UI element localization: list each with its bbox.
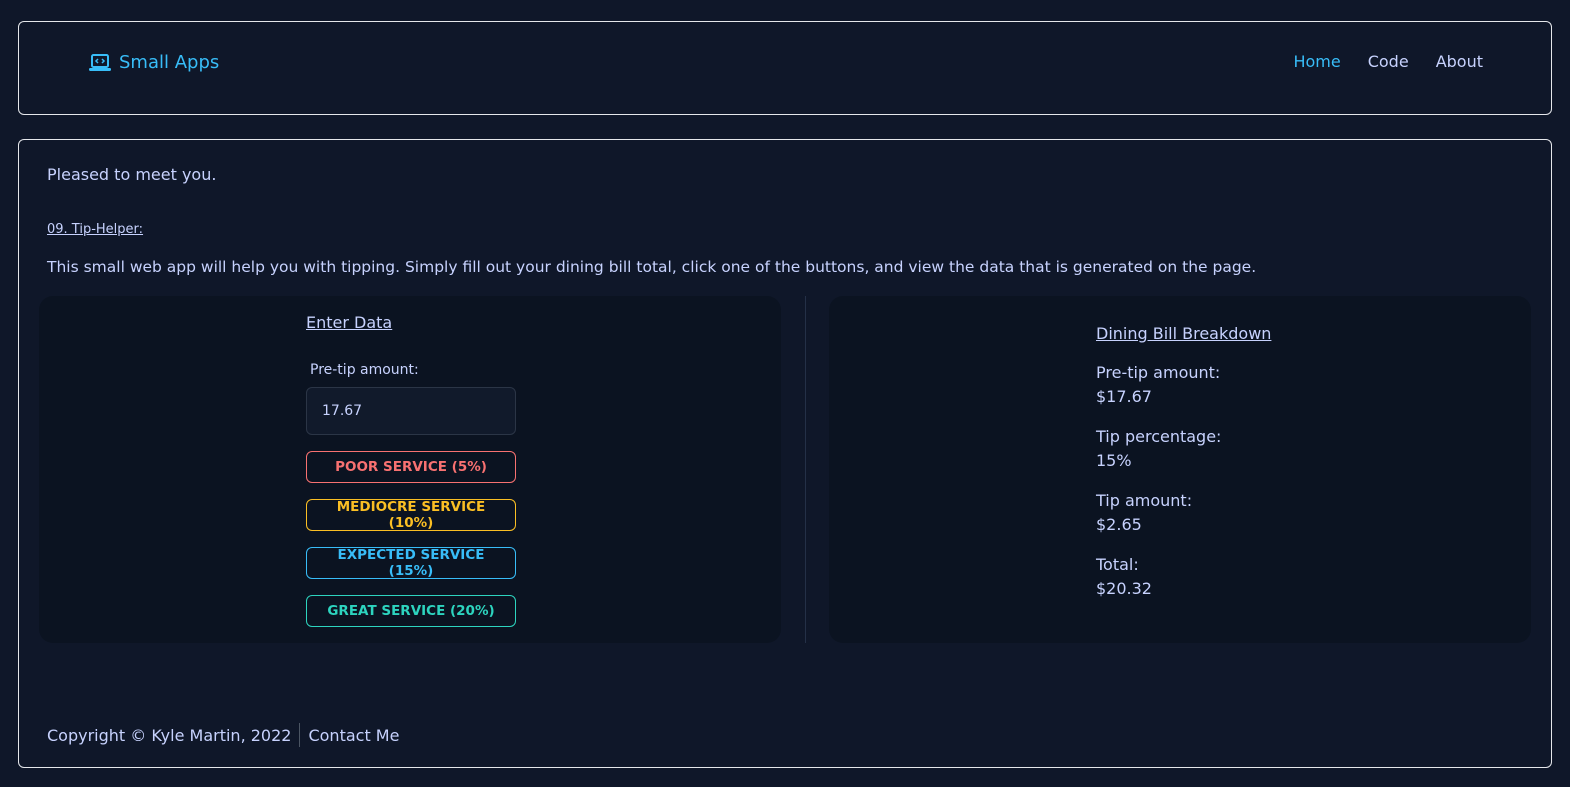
total-value: $20.32 <box>1096 579 1152 598</box>
total-row: Total: $20.32 <box>1096 553 1271 601</box>
tip-percent-row: Tip percentage: 15% <box>1096 425 1271 473</box>
brand-link[interactable]: Small Apps <box>89 52 219 73</box>
mediocre-service-button[interactable]: MEDIOCRE SERVICE (10%) <box>306 499 516 531</box>
pretip-row: Pre-tip amount: $17.67 <box>1096 361 1271 409</box>
pretip-row-label: Pre-tip amount: <box>1096 363 1221 382</box>
poor-service-button[interactable]: POOR SERVICE (5%) <box>306 451 516 483</box>
panel-divider <box>805 296 806 643</box>
tip-percent-value: 15% <box>1096 451 1132 470</box>
pretip-label: Pre-tip amount: <box>310 362 419 378</box>
breakdown-title: Dining Bill Breakdown <box>1096 324 1272 343</box>
tip-amount-value: $2.65 <box>1096 515 1142 534</box>
nav-home[interactable]: Home <box>1293 52 1340 71</box>
pretip-input[interactable] <box>306 387 516 435</box>
nav-links: Home Code About <box>1266 52 1483 71</box>
tip-amount-label: Tip amount: <box>1096 491 1193 510</box>
great-service-button[interactable]: GREAT SERVICE (20%) <box>306 595 516 627</box>
footer-divider <box>299 723 301 747</box>
pretip-row-value: $17.67 <box>1096 387 1152 406</box>
breakdown-content: Dining Bill Breakdown Pre-tip amount: $1… <box>1096 322 1271 617</box>
brand-name: Small Apps <box>119 52 220 73</box>
contact-link[interactable]: Contact Me <box>308 726 399 745</box>
navbar: Small Apps Home Code About <box>18 21 1552 115</box>
breakdown-panel: Dining Bill Breakdown Pre-tip amount: $1… <box>829 296 1531 643</box>
greeting-text: Pleased to meet you. <box>47 165 217 184</box>
tip-amount-row: Tip amount: $2.65 <box>1096 489 1271 537</box>
nav-about[interactable]: About <box>1436 52 1483 71</box>
enter-data-panel: Enter Data Pre-tip amount: POOR SERVICE … <box>39 296 781 643</box>
main-card: Pleased to meet you. 09. Tip-Helper: Thi… <box>18 139 1552 768</box>
copyright-text: Copyright © Kyle Martin, 2022 <box>47 725 292 745</box>
nav-code[interactable]: Code <box>1368 52 1409 71</box>
total-label: Total: <box>1096 555 1139 574</box>
laptop-code-icon <box>89 53 111 72</box>
expected-service-button[interactable]: EXPECTED SERVICE (15%) <box>306 547 516 579</box>
footer: Copyright © Kyle Martin, 2022 Contact Me <box>47 723 399 747</box>
app-description: This small web app will help you with ti… <box>47 258 1257 276</box>
app-title: 09. Tip-Helper: <box>47 222 144 237</box>
tip-percent-label: Tip percentage: <box>1096 427 1222 446</box>
enter-data-title: Enter Data <box>306 313 393 332</box>
